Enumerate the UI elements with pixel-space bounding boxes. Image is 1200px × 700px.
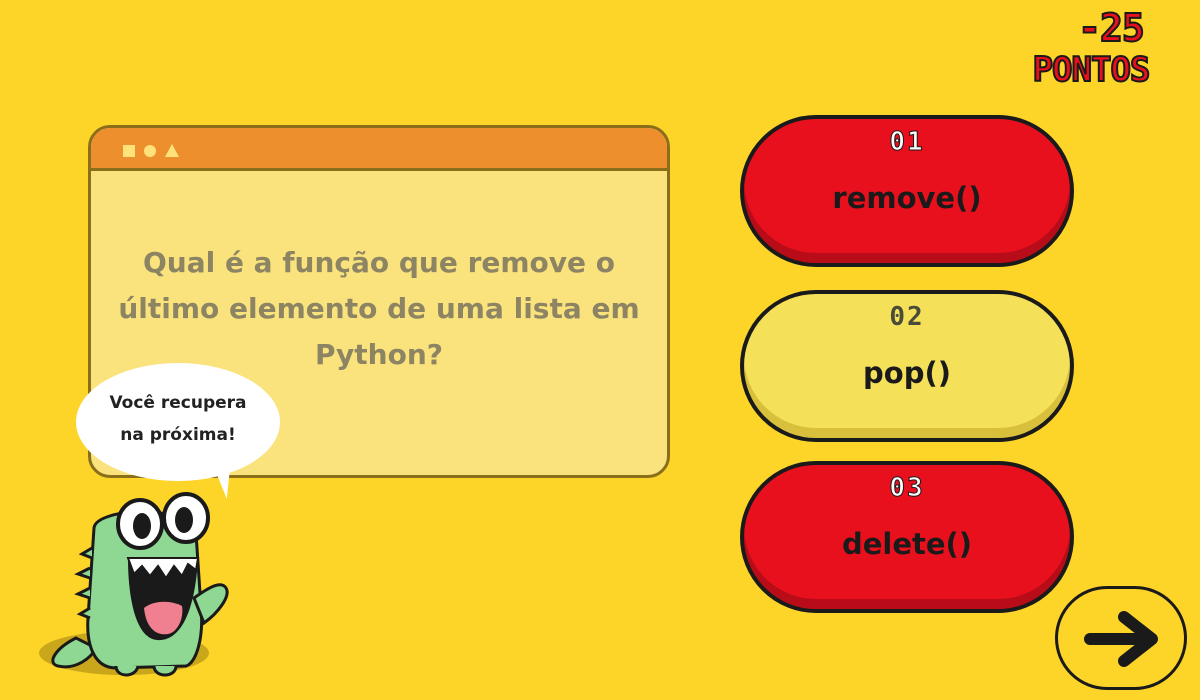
arrow-right-icon: [1084, 611, 1158, 667]
question-text: Qual é a função que remove o último elem…: [91, 240, 667, 378]
speech-text: Você recupera na próxima!: [76, 387, 280, 451]
answer-label-3: delete(): [841, 527, 973, 561]
question-line-1: Qual é a função que remove o: [142, 246, 616, 279]
triangle-icon: [165, 144, 179, 157]
speech-line-2: na próxima!: [120, 425, 236, 445]
circle-icon: [144, 145, 156, 157]
question-window-bar: [91, 128, 667, 171]
score-display: -25 PONTOS: [996, 5, 1186, 106]
answer-number-3: 03: [889, 473, 925, 504]
answer-number-1: 01: [889, 127, 925, 158]
speech-line-1: Você recupera: [109, 393, 247, 413]
next-button[interactable]: [1055, 586, 1187, 690]
score-label: PONTOS: [1032, 49, 1152, 91]
dinosaur-mascot-icon: [39, 492, 229, 677]
answer-number-2: 02: [889, 302, 925, 332]
question-line-2: último elemento de uma lista em: [118, 292, 640, 325]
score-value: -25: [1077, 5, 1146, 51]
answer-label-1: remove(): [832, 181, 982, 215]
answer-option-2[interactable]: 02 pop(): [740, 290, 1074, 442]
answer-option-1[interactable]: 01 remove(): [740, 115, 1074, 267]
answer-label-2: pop(): [863, 356, 951, 390]
answer-option-3[interactable]: 03 delete(): [740, 461, 1074, 613]
speech-bubble: Você recupera na próxima!: [76, 363, 280, 501]
square-icon: [123, 145, 135, 157]
